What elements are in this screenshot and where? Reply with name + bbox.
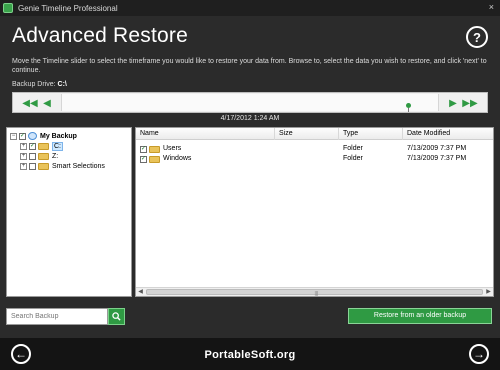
checkbox[interactable] xyxy=(29,152,36,160)
checkbox[interactable]: ✓ xyxy=(140,145,147,153)
folder-icon xyxy=(38,142,49,150)
list-header: Name Size Type Date Modified xyxy=(136,128,493,140)
column-header-name[interactable]: Name xyxy=(136,128,275,140)
timeline-first-button[interactable]: ◀◀ xyxy=(21,96,39,110)
tree-item-smart-selections[interactable]: + Smart Selections xyxy=(20,161,105,171)
timeline-track[interactable] xyxy=(61,94,439,112)
collapse-icon[interactable]: − xyxy=(10,132,17,140)
item-name: Windows xyxy=(163,155,192,162)
expand-icon[interactable]: + xyxy=(20,162,27,170)
item-date: 7/13/2009 7:37 PM xyxy=(407,155,467,162)
backup-tree[interactable]: − ✓ My Backup + ✓ C: + Z: + Smart Select… xyxy=(6,127,132,297)
window-close-button[interactable]: × xyxy=(489,2,494,12)
help-icon: ? xyxy=(473,29,481,45)
timeline-slider[interactable]: ◀◀ ◀ ▶ ▶▶ xyxy=(12,92,488,113)
restore-older-backup-button[interactable]: Restore from an older backup xyxy=(348,308,492,324)
tree-item-z[interactable]: + Z: xyxy=(20,151,58,161)
column-header-type[interactable]: Type xyxy=(339,128,403,140)
horizontal-scrollbar[interactable]: ◀ ||| ▶ xyxy=(136,287,493,297)
search-button[interactable] xyxy=(108,308,125,325)
tree-label: My Backup xyxy=(40,132,77,140)
column-header-size[interactable]: Size xyxy=(275,128,339,140)
tree-label: Smart Selections xyxy=(52,162,105,170)
item-name: Users xyxy=(163,145,182,152)
search-input[interactable] xyxy=(6,308,108,325)
folder-icon xyxy=(38,152,49,160)
folder-icon xyxy=(149,145,160,153)
footer: ← PortableSoft.org → xyxy=(0,338,500,370)
help-button[interactable]: ? xyxy=(466,26,488,48)
app-icon xyxy=(3,3,13,13)
scroll-left-icon[interactable]: ◀ xyxy=(136,288,145,296)
grip-icon: ||| xyxy=(314,291,319,297)
footer-text: PortableSoft.org xyxy=(204,349,296,361)
next-button[interactable]: → xyxy=(469,344,489,364)
scroll-right-icon[interactable]: ▶ xyxy=(484,288,493,296)
timeline-date: 4/17/2012 1:24 AM xyxy=(220,115,280,122)
timeline-tick xyxy=(408,108,409,112)
checkbox[interactable] xyxy=(29,162,36,170)
tree-item-c[interactable]: + ✓ C: xyxy=(20,141,63,151)
backup-drive-label: Backup Drive: xyxy=(12,81,56,88)
checkbox[interactable]: ✓ xyxy=(140,155,147,163)
arrow-right-icon: → xyxy=(473,347,485,361)
item-type: Folder xyxy=(343,145,363,152)
timeline-next-button[interactable]: ▶ xyxy=(447,96,459,110)
timeline-last-button[interactable]: ▶▶ xyxy=(461,96,479,110)
tree-label: Z: xyxy=(52,152,59,160)
list-item[interactable]: ✓ Windows Folder 7/13/2009 7:37 PM xyxy=(136,154,493,164)
tree-label: C: xyxy=(52,141,63,151)
checkbox[interactable]: ✓ xyxy=(19,132,26,140)
item-type: Folder xyxy=(343,155,363,162)
title-bar: Genie Timeline Professional × xyxy=(0,0,500,16)
list-item[interactable]: ✓ Users Folder 7/13/2009 7:37 PM xyxy=(136,144,493,154)
checkbox[interactable]: ✓ xyxy=(29,142,36,150)
backup-drive-value: C:\ xyxy=(57,81,67,88)
folder-icon xyxy=(149,155,160,163)
instructions-text: Move the Timeline slider to select the t… xyxy=(12,58,487,74)
backup-drive-info: Backup Drive: C:\ xyxy=(12,81,67,88)
backup-icon xyxy=(28,132,37,140)
scroll-thumb[interactable]: ||| xyxy=(146,289,483,297)
folder-icon xyxy=(38,162,49,170)
expand-icon[interactable]: + xyxy=(20,152,27,160)
timeline-prev-button[interactable]: ◀ xyxy=(41,96,53,110)
expand-icon[interactable]: + xyxy=(20,142,27,150)
column-header-date[interactable]: Date Modified xyxy=(403,128,495,140)
tree-item-my-backup[interactable]: − ✓ My Backup xyxy=(10,131,77,141)
item-date: 7/13/2009 7:37 PM xyxy=(407,145,467,152)
window-title: Genie Timeline Professional xyxy=(18,3,118,13)
search-icon xyxy=(112,312,121,321)
page-title: Advanced Restore xyxy=(12,24,188,47)
file-list[interactable]: Name Size Type Date Modified ✓ Users Fol… xyxy=(135,127,494,297)
